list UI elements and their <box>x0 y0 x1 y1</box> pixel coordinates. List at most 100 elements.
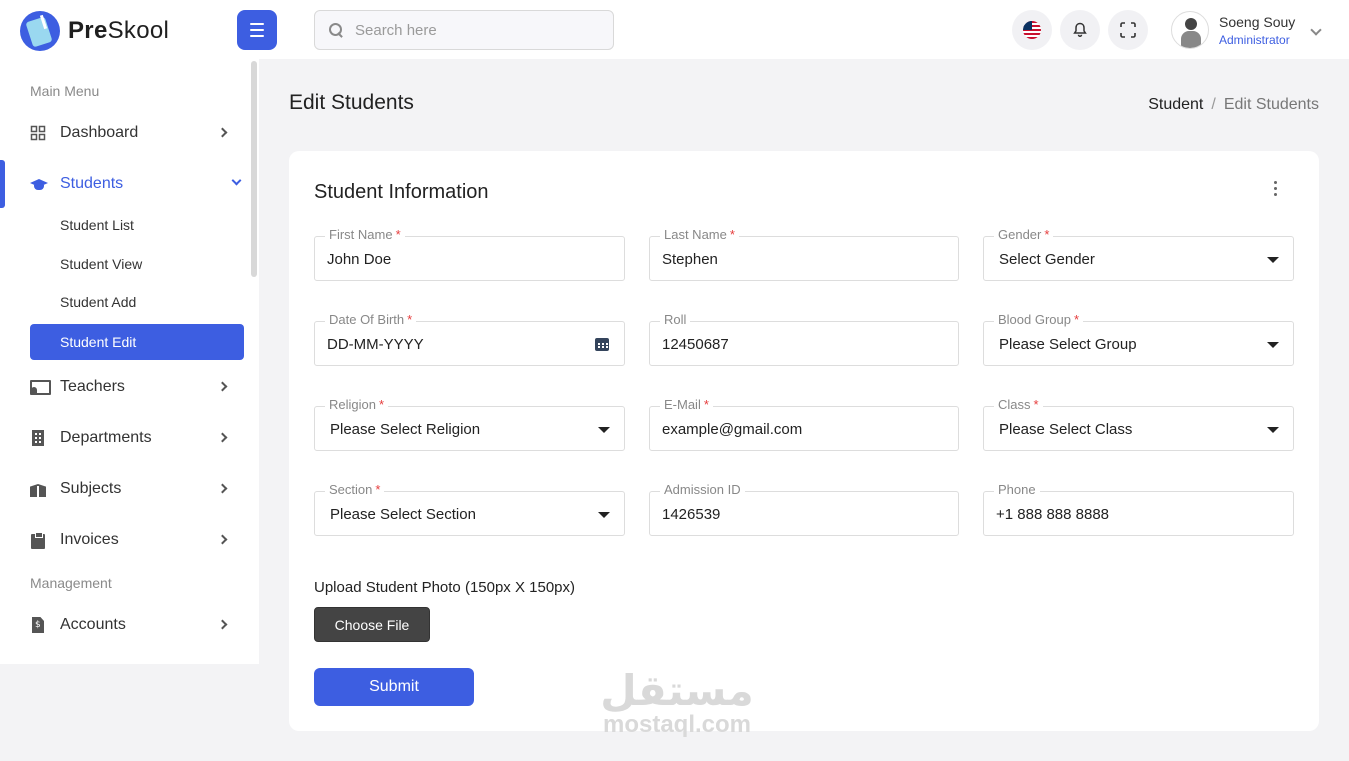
sidebar-item-subjects[interactable]: Subjects <box>30 474 240 504</box>
admission-id-input[interactable]: 1426539 <box>662 506 720 523</box>
card-title: Student Information <box>314 181 489 203</box>
watermark: مستقل mostaql.com <box>592 666 762 738</box>
building-icon <box>30 430 46 446</box>
field-label: Gender * <box>994 227 1054 243</box>
email-input[interactable]: example@gmail.com <box>662 421 802 438</box>
last-name-field[interactable]: Last Name * Stephen <box>649 227 959 281</box>
class-select[interactable]: Class * Please Select Class <box>983 397 1294 451</box>
email-field[interactable]: E-Mail * example@gmail.com <box>649 397 959 451</box>
search-box[interactable] <box>314 10 614 50</box>
fullscreen-button[interactable] <box>1108 10 1148 50</box>
field-label: Admission ID <box>660 482 745 498</box>
avatar <box>1171 11 1209 49</box>
language-button[interactable] <box>1012 10 1052 50</box>
roll-input[interactable]: 12450687 <box>662 336 729 353</box>
section-select[interactable]: Section * Please Select Section <box>314 482 625 536</box>
user-role: Administrator <box>1219 32 1290 47</box>
top-header: PreSkool Soeng Souy Administrator <box>0 0 1349 59</box>
gender-select-value: Select Gender <box>999 251 1095 268</box>
submit-button[interactable]: Submit <box>314 668 474 706</box>
date-of-birth-field[interactable]: Date Of Birth * DD-MM-YYYY <box>314 312 625 366</box>
watermark-latin: mostaql.com <box>602 711 752 738</box>
breadcrumb-separator: / <box>1211 96 1216 113</box>
student-form-card: Student Information First Name * John Doe… <box>289 151 1319 731</box>
blood-group-select-value: Please Select Group <box>999 336 1137 353</box>
date-of-birth-input[interactable]: DD-MM-YYYY <box>327 336 424 353</box>
gender-select[interactable]: Gender * Select Gender <box>983 227 1294 281</box>
choose-file-button[interactable]: Choose File <box>314 607 430 642</box>
sidebar-subitem-student-view[interactable]: Student View <box>30 246 244 282</box>
chevron-right-icon <box>217 127 228 138</box>
field-label: Class * <box>994 397 1043 413</box>
sidebar-item-students[interactable]: Students <box>30 169 242 199</box>
chevron-right-icon <box>217 483 228 494</box>
user-menu[interactable]: Soeng Souy Administrator <box>1171 11 1322 49</box>
sidebar-subitem-student-list[interactable]: Student List <box>30 207 244 243</box>
more-options-icon[interactable] <box>1274 181 1278 197</box>
religion-select[interactable]: Religion * Please Select Religion <box>314 397 625 451</box>
caret-down-icon <box>1267 342 1279 348</box>
menu-toggle-button[interactable] <box>237 10 277 50</box>
field-label: Date Of Birth * <box>325 312 417 328</box>
caret-down-icon <box>1267 427 1279 433</box>
sidebar-scrollbar[interactable] <box>251 61 257 277</box>
management-title: Management <box>30 575 112 591</box>
field-label: Phone <box>994 482 1040 498</box>
dashboard-icon <box>30 125 46 141</box>
phone-input[interactable]: +1 888 888 8888 <box>996 506 1109 523</box>
breadcrumb: Student / Edit Students <box>1148 96 1319 114</box>
field-label: Last Name * <box>660 227 739 243</box>
teacher-icon <box>30 379 51 395</box>
roll-field[interactable]: Roll 12450687 <box>649 312 959 366</box>
sidebar-item-label: Subjects <box>60 480 122 497</box>
phone-field[interactable]: Phone +1 888 888 8888 <box>983 482 1294 536</box>
user-name: Soeng Souy <box>1219 13 1296 30</box>
section-select-value: Please Select Section <box>330 506 476 523</box>
caret-down-icon <box>1267 257 1279 263</box>
sidebar-item-label: Teachers <box>60 378 125 395</box>
accounts-file-icon <box>30 617 46 633</box>
sidebar-item-invoices[interactable]: Invoices <box>30 525 240 555</box>
sidebar: Main Menu Dashboard Students Student Lis… <box>0 59 259 664</box>
last-name-input[interactable]: Stephen <box>662 251 718 268</box>
class-select-value: Please Select Class <box>999 421 1133 438</box>
chevron-right-icon <box>217 534 228 545</box>
field-label: Religion * <box>325 397 389 413</box>
preskool-logo[interactable]: PreSkool <box>20 11 169 51</box>
chevron-down-icon[interactable] <box>1310 24 1322 36</box>
notifications-button[interactable] <box>1060 10 1100 50</box>
page-title: Edit Students <box>289 91 414 114</box>
calendar-icon[interactable] <box>595 336 609 351</box>
caret-down-icon <box>598 427 610 433</box>
watermark-arabic: مستقل <box>600 666 754 715</box>
field-label: First Name * <box>325 227 405 243</box>
main-menu-title: Main Menu <box>30 83 100 99</box>
blood-group-select[interactable]: Blood Group * Please Select Group <box>983 312 1294 366</box>
admission-id-field[interactable]: Admission ID 1426539 <box>649 482 959 536</box>
sidebar-item-teachers[interactable]: Teachers <box>30 372 240 402</box>
breadcrumb-home-link[interactable]: Student <box>1148 96 1203 114</box>
sidebar-subitem-student-edit[interactable]: Student Edit <box>30 324 244 360</box>
caret-down-icon <box>598 512 610 518</box>
sidebar-item-accounts[interactable]: Accounts <box>30 610 240 640</box>
graduation-cap-icon <box>30 176 48 192</box>
breadcrumb-current: Edit Students <box>1223 96 1319 113</box>
sidebar-item-dashboard[interactable]: Dashboard <box>30 118 240 148</box>
sidebar-item-departments[interactable]: Departments <box>30 423 240 453</box>
first-name-field[interactable]: First Name * John Doe <box>314 227 625 281</box>
sidebar-item-label: Invoices <box>60 531 119 548</box>
search-input[interactable] <box>355 21 595 39</box>
first-name-input[interactable]: John Doe <box>327 251 391 268</box>
upload-photo-label: Upload Student Photo (150px X 150px) <box>314 579 576 596</box>
chevron-down-icon <box>231 175 242 186</box>
fullscreen-icon <box>1120 22 1136 38</box>
religion-select-value: Please Select Religion <box>330 421 481 438</box>
chevron-right-icon <box>217 432 228 443</box>
chevron-right-icon <box>217 381 228 392</box>
bell-icon <box>1073 22 1087 37</box>
logo-icon <box>20 11 60 51</box>
sidebar-subitem-student-add[interactable]: Student Add <box>30 284 244 320</box>
sidebar-item-label: Departments <box>60 429 152 446</box>
chevron-right-icon <box>217 619 228 630</box>
sidebar-item-label: Students <box>60 175 124 192</box>
